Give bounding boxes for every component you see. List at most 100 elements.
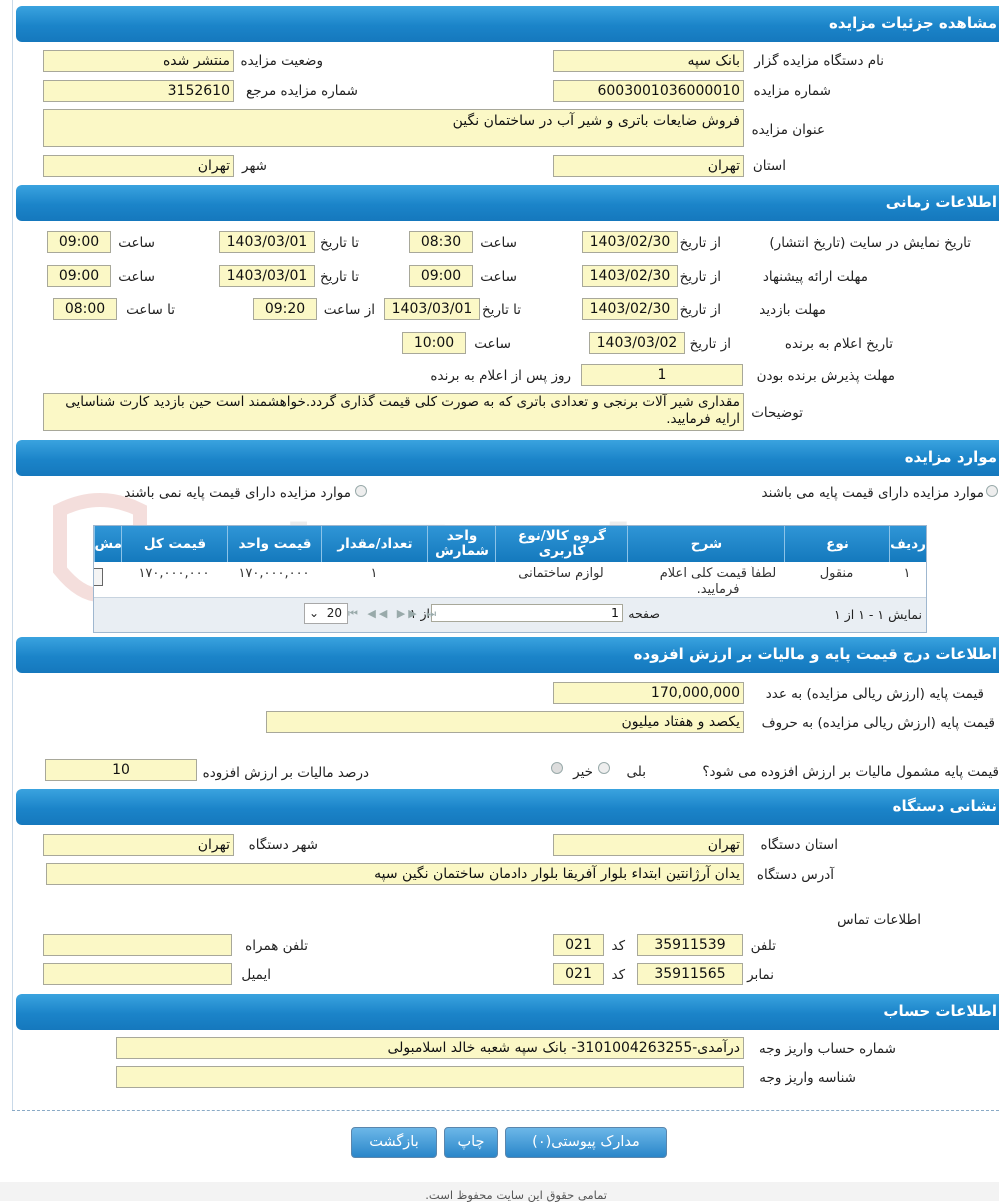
vat-no-radio[interactable] — [551, 762, 563, 774]
section-title: اطلاعات حساب — [883, 1002, 997, 1020]
table-cell: لوازم ساختمانی — [518, 566, 604, 581]
org-label: نام دستگاه مزایده گزار — [754, 53, 884, 69]
accept-days-field[interactable]: 1 — [581, 364, 743, 386]
display-to-date[interactable]: 1403/03/01 — [219, 231, 315, 253]
section-title: موارد مزایده — [904, 448, 997, 466]
section-header-time: اطلاعات زمانی — [16, 185, 999, 221]
status-field[interactable]: منتشر شده — [43, 50, 234, 72]
base-words-field[interactable]: یکصد و هفتاد میلیون — [266, 711, 744, 733]
payment-id-label: شناسه واریز وجه — [759, 1070, 856, 1086]
display-to-time[interactable]: 09:00 — [47, 231, 111, 253]
page-size-select[interactable]: ⌄ 20 — [304, 603, 348, 624]
without-base-price-radio[interactable] — [355, 485, 367, 497]
hour-label: ساعت — [118, 269, 155, 285]
fax-code-field[interactable]: 021 — [553, 963, 604, 985]
email-field[interactable] — [43, 963, 232, 985]
phone-label: تلفن — [750, 938, 776, 954]
to-hour-label: تا ساعت — [126, 302, 175, 318]
section-title: اطلاعات زمانی — [885, 193, 997, 211]
visit-from-time[interactable]: 09:20 — [253, 298, 317, 320]
offer-to-time[interactable]: 09:00 — [47, 265, 111, 287]
account-number-label: شماره حساب واریز وجه — [758, 1041, 896, 1057]
items-table: ردیف نوع شرح گروه کالا/نوع کاربری واحد ش… — [93, 525, 927, 633]
display-from-date[interactable]: 1403/02/30 — [582, 231, 678, 253]
phone-code-field[interactable]: 021 — [553, 934, 604, 956]
back-button[interactable]: بازگشت — [351, 1127, 437, 1158]
chevron-down-icon: ⌄ — [309, 606, 320, 620]
offer-to-date[interactable]: 1403/03/01 — [219, 265, 315, 287]
org-city-field[interactable]: تهران — [43, 834, 234, 856]
offer-from-time[interactable]: 09:00 — [409, 265, 473, 287]
hour-label: ساعت — [474, 336, 511, 352]
province-label: استان — [752, 158, 786, 174]
pager-nav-icons[interactable]: ⏮ ◀◀ ▶▶ ⏭ — [348, 607, 439, 621]
section-header-price: اطلاعات درج قیمت پایه و مالیات بر ارزش ا… — [16, 637, 999, 673]
number-field[interactable]: 6003001036000010 — [553, 80, 744, 102]
section-header-address: نشانی دستگاه — [16, 789, 999, 825]
visit-from-date[interactable]: 1403/02/30 — [582, 298, 678, 320]
row-action-button[interactable] — [94, 568, 103, 586]
payment-id-field[interactable] — [116, 1066, 744, 1088]
from-date-label: از تاریخ — [689, 336, 731, 352]
table-cell: ۱۷۰,۰۰۰,۰۰۰ — [138, 566, 210, 581]
announce-time[interactable]: 10:00 — [402, 332, 466, 354]
org-address-label: آدرس دستگاه — [756, 867, 834, 883]
account-number-field[interactable]: درآمدی-3101004263255- بانک سپه شعبه خالد… — [116, 1037, 744, 1059]
ref-label: شماره مزایده مرجع — [246, 83, 358, 99]
print-button[interactable]: چاپ — [444, 1127, 498, 1158]
base-number-label: قیمت پایه (ارزش ریالی مزایده) به عدد — [765, 686, 984, 702]
city-field[interactable]: تهران — [43, 155, 234, 177]
attachments-button[interactable]: مدارک پیوستی(۰) — [505, 1127, 667, 1158]
column-header: قیمت واحد — [227, 526, 322, 562]
phone-field[interactable]: 35911539 — [637, 934, 743, 956]
visit-to-date[interactable]: 1403/03/01 — [384, 298, 480, 320]
announce-date[interactable]: 1403/03/02 — [589, 332, 685, 354]
column-header: نوع — [784, 526, 890, 562]
visit-to-time[interactable]: 08:00 — [53, 298, 117, 320]
from-date-label: از تاریخ — [679, 302, 721, 318]
section-title: نشانی دستگاه — [892, 797, 997, 815]
auction-details-page: ariaTender.net مشاهده جزئیات مزایده نام … — [0, 0, 999, 1202]
vat-percent-field[interactable]: 10 — [45, 759, 197, 781]
fax-field[interactable]: 35911565 — [637, 963, 743, 985]
pager-page-label: صفحه — [628, 606, 660, 621]
org-province-label: استان دستگاه — [760, 837, 839, 853]
pager-page-input[interactable]: 1 — [431, 604, 623, 622]
table-cell: لطفاً قیمت کلی اعلام فرمایید. — [659, 566, 777, 597]
province-field[interactable]: تهران — [553, 155, 744, 177]
org-city-label: شهر دستگاه — [248, 837, 318, 853]
table-cell: ۱ — [370, 566, 378, 581]
to-date-label: تا تاریخ — [319, 269, 359, 285]
with-base-price-radio[interactable] — [986, 485, 998, 497]
section-title: مشاهده جزئیات مزایده — [828, 14, 997, 32]
base-number-field[interactable]: 170,000,000 — [553, 682, 744, 704]
vat-question: قیمت پایه مشمول مالیات بر ارزش افزوده می… — [702, 764, 999, 780]
offer-from-date[interactable]: 1403/02/30 — [582, 265, 678, 287]
display-from-time[interactable]: 08:30 — [409, 231, 473, 253]
table-cell: ۱۷۰,۰۰۰,۰۰۰ — [238, 566, 310, 581]
org-address-field[interactable]: یدان آرژانتین ابتداء بلوار آفریقا بلوار … — [46, 863, 744, 885]
mobile-label: تلفن همراه — [245, 938, 308, 954]
title-field[interactable]: فروش ضایعات باتری و شیر آب در ساختمان نگ… — [43, 109, 744, 147]
description-field[interactable]: مقداری شیر آلات برنجی و تعدادی باتری که … — [43, 393, 744, 431]
vat-yes-radio[interactable] — [598, 762, 610, 774]
copyright-text: تمامی حقوق این سایت محفوظ است. — [425, 1188, 607, 1202]
column-header: ردیف — [889, 526, 926, 562]
ref-field[interactable]: 3152610 — [43, 80, 234, 102]
visit-label: مهلت بازدید — [759, 302, 826, 318]
with-base-price-label: موارد مزایده دارای قیمت پایه می باشند — [761, 485, 984, 501]
mobile-field[interactable] — [43, 934, 232, 956]
contact-info-label: اطلاعات تماس — [837, 912, 921, 928]
pager-summary: نمایش ۱ - ۱ از ۱ — [834, 607, 922, 622]
org-province-field[interactable]: تهران — [553, 834, 744, 856]
section-title: اطلاعات درج قیمت پایه و مالیات بر ارزش ا… — [633, 645, 997, 663]
from-date-label: از تاریخ — [679, 269, 721, 285]
accept-suffix: روز پس از اعلام به برنده — [430, 368, 571, 384]
base-words-label: قیمت پایه (ارزش ریالی مزایده) به حروف — [761, 715, 995, 731]
fax-label: نمابر — [747, 967, 774, 983]
city-label: شهر — [242, 158, 267, 174]
number-label: شماره مزایده — [753, 83, 831, 99]
org-field[interactable]: بانک سپه — [553, 50, 744, 72]
hour-label: ساعت — [118, 235, 155, 251]
column-header: مش — [94, 526, 122, 562]
